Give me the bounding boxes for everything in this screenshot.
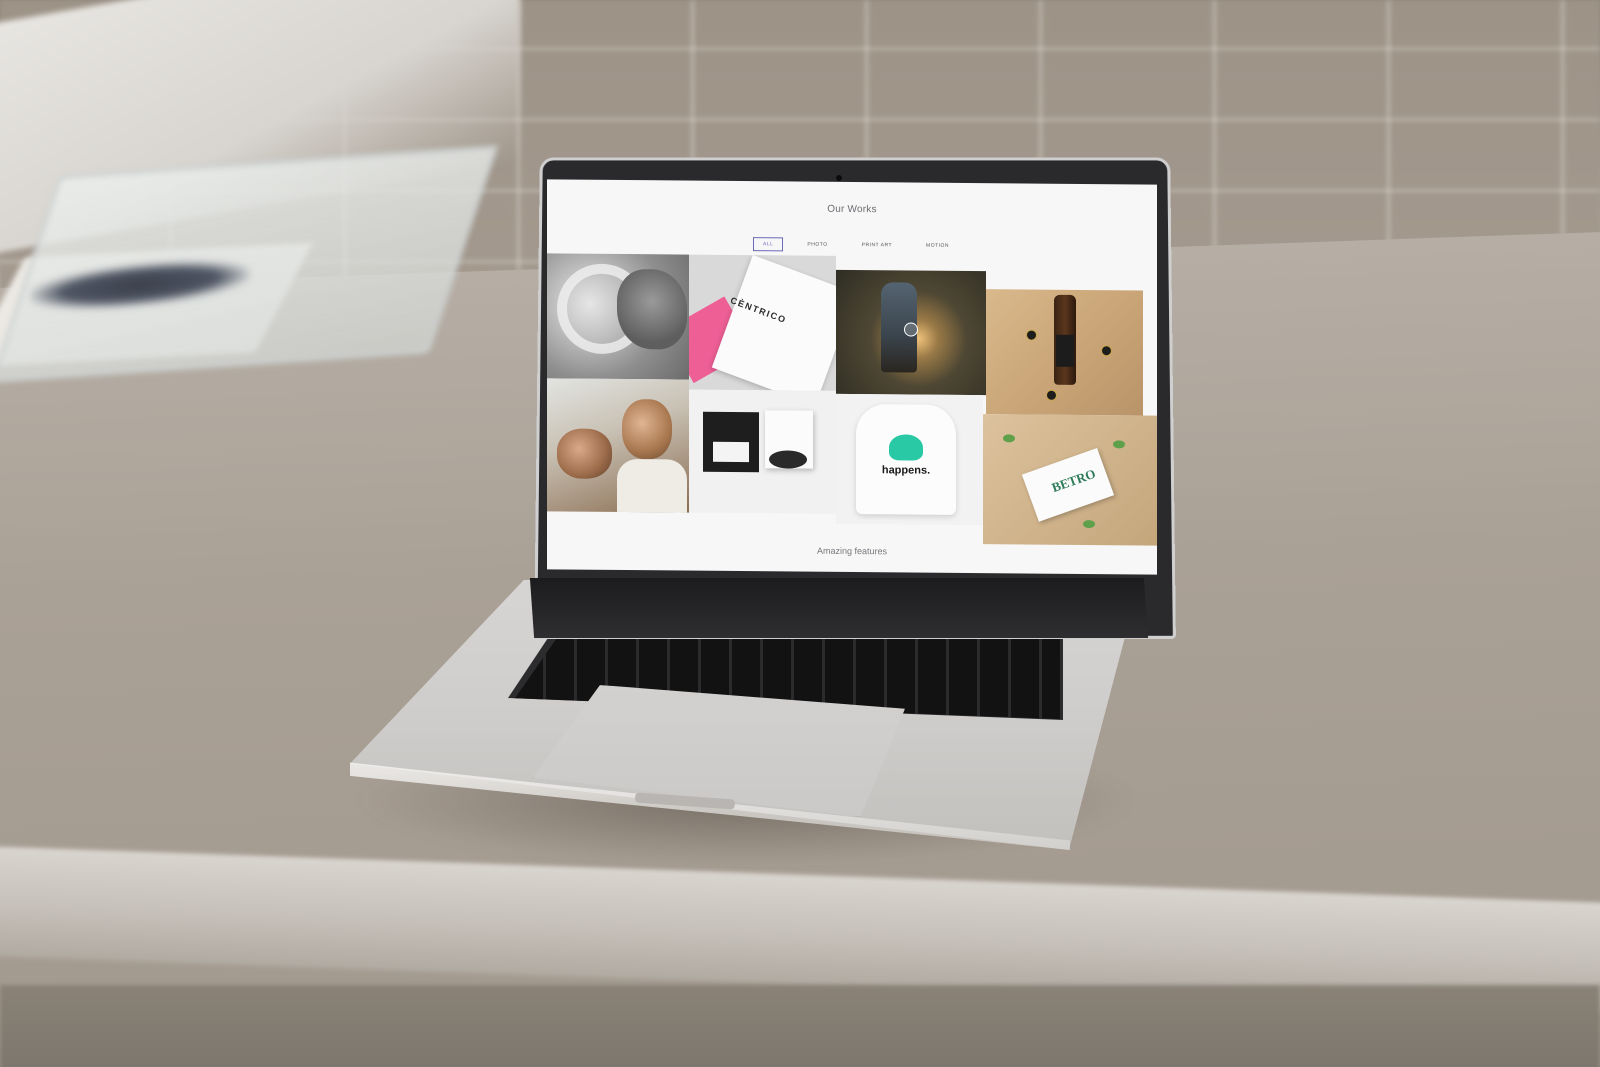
portfolio-filters: ALL PHOTO PRINT ART MOTION — [753, 237, 959, 253]
leaf — [1003, 434, 1015, 443]
bottle-label — [1056, 334, 1074, 367]
leaf — [1083, 520, 1095, 529]
product-puck — [769, 450, 807, 469]
under-table — [0, 985, 1600, 1067]
portfolio-item-hiker[interactable] — [836, 269, 986, 396]
bottle-cap — [1046, 389, 1057, 401]
section-footer-title: Amazing features — [816, 545, 888, 557]
portfolio-grid: CÈNTRICO happens. BETRO — [547, 253, 1157, 546]
portfolio-item-barber[interactable] — [547, 378, 689, 513]
portfolio-item-pottery[interactable] — [547, 253, 689, 380]
play-icon[interactable] — [904, 322, 918, 337]
portfolio-item-stationery[interactable]: CÈNTRICO — [689, 254, 836, 391]
sweatshirt-print-text: happens. — [881, 464, 931, 477]
bottle-cap — [1101, 345, 1112, 357]
filter-all[interactable]: ALL — [753, 237, 784, 252]
webcam-icon — [836, 175, 842, 181]
filter-photo[interactable]: PHOTO — [797, 238, 837, 252]
screen-bezel-bottom — [529, 578, 1149, 638]
section-title: Our Works — [827, 203, 877, 216]
glass-tray — [0, 145, 499, 383]
client-face — [557, 428, 612, 479]
barber-face — [622, 398, 672, 460]
leaf — [1113, 440, 1125, 449]
portfolio-item-business-card[interactable]: BETRO — [983, 414, 1157, 546]
pottery-hands — [617, 268, 687, 350]
portfolio-item-sweatshirt[interactable]: happens. — [836, 393, 983, 526]
filter-motion[interactable]: MOTION — [916, 239, 959, 253]
white-card — [711, 254, 836, 391]
portfolio-item-packaging[interactable] — [689, 389, 836, 514]
portfolio-item-beer[interactable] — [986, 289, 1143, 416]
black-box — [703, 411, 759, 473]
bottle-cap — [1026, 329, 1037, 341]
barber-shirt — [617, 458, 687, 513]
photo-scene: Our Works ALL PHOTO PRINT ART MOTION CÈN… — [0, 0, 1600, 1067]
mint-blob-logo — [889, 434, 923, 461]
laptop-screen: Our Works ALL PHOTO PRINT ART MOTION CÈN… — [547, 179, 1157, 575]
filter-print-art[interactable]: PRINT ART — [852, 238, 902, 252]
